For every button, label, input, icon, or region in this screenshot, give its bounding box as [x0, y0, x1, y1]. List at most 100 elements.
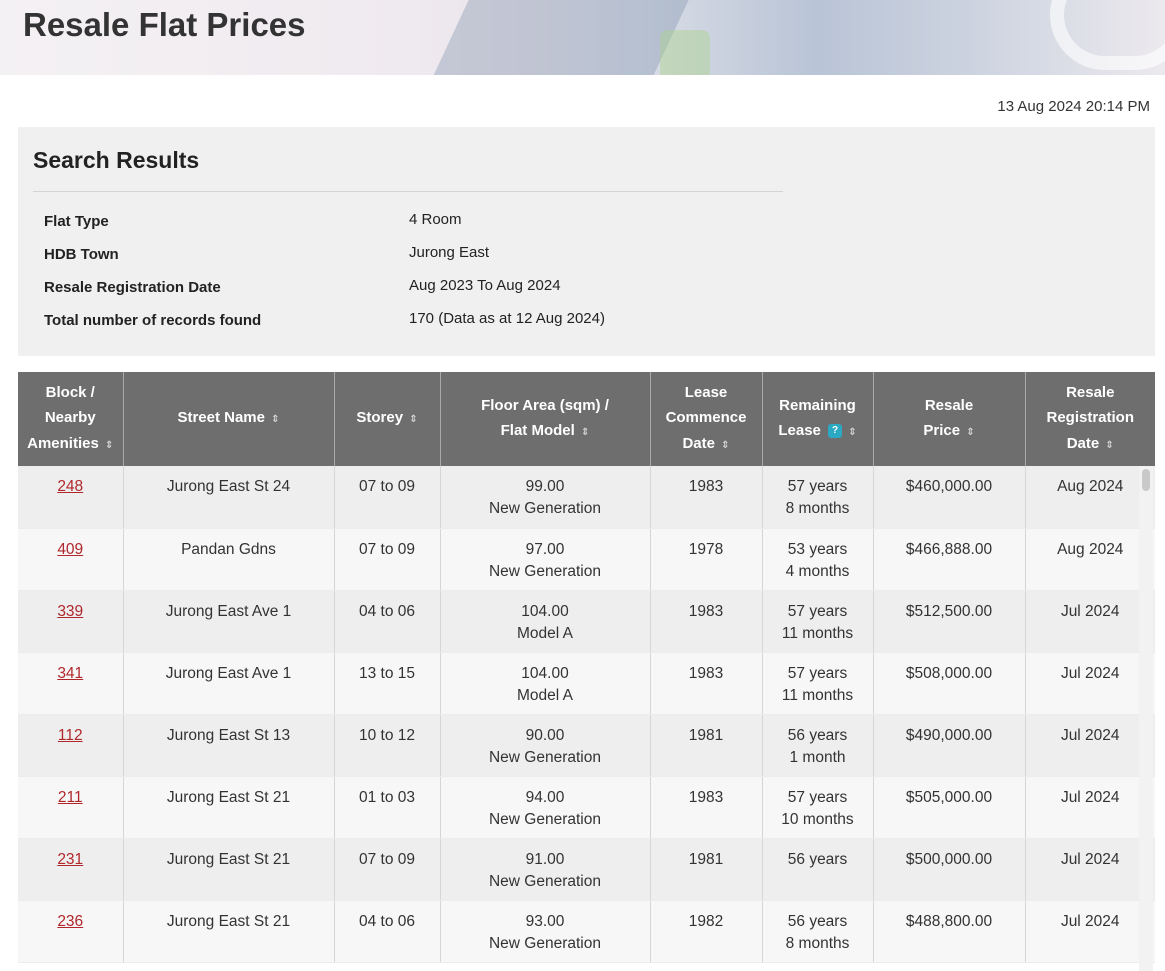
block-link[interactable]: 231 [57, 851, 83, 868]
sort-icon[interactable]: ⇕ [848, 427, 856, 438]
summary-label: Total number of records found [44, 312, 262, 329]
flat-model-value: New Generation [488, 562, 601, 580]
floor-area-value: 91.00 [525, 850, 565, 868]
floor-area-value: 99.00 [525, 478, 565, 495]
cell-floor-area: 104.00 Model A [440, 590, 651, 653]
summary-label: HDB Town [44, 246, 119, 263]
cell-lease-commence: 1983 [650, 776, 763, 839]
floor-area-value: 94.00 [525, 788, 565, 806]
table-header-row: Block / Nearby Amenities ⇕ Street Name ⇕… [18, 372, 1155, 466]
cell-street-name: Jurong East St 13 [123, 714, 335, 777]
cell-registration-date: Aug 2024 [1025, 466, 1155, 529]
remaining-years: 57 years [787, 602, 848, 620]
results-table-container: Block / Nearby Amenities ⇕ Street Name ⇕… [18, 372, 1155, 971]
cell-storey: 04 to 06 [334, 590, 441, 653]
column-header-storey[interactable]: Storey ⇕ [334, 372, 441, 466]
floor-area-value: 93.00 [525, 912, 565, 930]
remaining-years: 53 years [787, 540, 848, 558]
cell-floor-area: 97.00 New Generation [440, 528, 651, 591]
column-header-floor-area[interactable]: Floor Area (sqm) / Flat Model ⇕ [440, 372, 651, 466]
cell-floor-area: 91.00 New Generation [440, 838, 651, 901]
table-row: 341 Jurong East Ave 1 13 to 15 104.00 Model … [18, 652, 1155, 715]
cell-block: 341 [18, 652, 124, 715]
remaining-months: 8 months [785, 934, 850, 952]
sort-icon[interactable]: ⇕ [271, 414, 279, 425]
cell-registration-date: Jul 2024 [1025, 652, 1155, 715]
cell-block: 409 [18, 528, 124, 591]
flat-model-value: New Generation [488, 500, 601, 517]
table-row: 339 Jurong East Ave 1 04 to 06 104.00 Model … [18, 590, 1155, 653]
cell-resale-price: $508,000.00 [873, 652, 1026, 715]
cell-floor-area: 93.00 New Generation [440, 900, 651, 963]
remaining-years: 57 years [787, 788, 848, 806]
sort-icon[interactable]: ⇕ [409, 414, 417, 425]
block-link[interactable]: 112 [58, 727, 83, 744]
block-link[interactable]: 339 [57, 603, 83, 620]
column-header-registration-date[interactable]: Resale Registration Date ⇕ [1025, 372, 1155, 466]
floor-area-value: 104.00 [521, 664, 569, 682]
cell-storey: 07 to 09 [334, 528, 441, 591]
sort-icon[interactable]: ⇕ [105, 440, 113, 451]
column-header-remaining-lease[interactable]: Remaining Lease ? ⇕ [762, 372, 874, 466]
cell-storey: 10 to 12 [334, 714, 441, 777]
column-header-block[interactable]: Block / Nearby Amenities ⇕ [18, 372, 124, 466]
cell-storey: 13 to 15 [334, 652, 441, 715]
help-icon[interactable]: ? [828, 424, 843, 439]
block-link[interactable]: 409 [57, 541, 83, 558]
cell-resale-price: $460,000.00 [873, 466, 1026, 529]
cell-registration-date: Jul 2024 [1025, 838, 1155, 901]
cell-lease-commence: 1983 [650, 652, 763, 715]
summary-value: 170 (Data as at 12 Aug 2024) [409, 310, 605, 327]
remaining-months: 8 months [785, 500, 850, 517]
cell-lease-commence: 1978 [650, 528, 763, 591]
table-row: 248 Jurong East St 24 07 to 09 99.00 New Gen… [18, 466, 1155, 529]
flat-model-value: New Generation [488, 748, 601, 766]
cell-remaining-lease: 57 years 8 months [762, 466, 874, 529]
block-link[interactable]: 341 [57, 665, 83, 682]
summary-value: 4 Room [409, 211, 462, 228]
remaining-years: 56 years [787, 726, 848, 744]
cell-lease-commence: 1982 [650, 900, 763, 963]
cell-street-name: Jurong East St 24 [123, 466, 335, 529]
cell-floor-area: 104.00 Model A [440, 652, 651, 715]
cell-storey: 07 to 09 [334, 466, 441, 529]
cell-floor-area: 99.00 New Generation [440, 466, 651, 529]
sort-icon[interactable]: ⇕ [721, 440, 729, 451]
column-header-street-name[interactable]: Street Name ⇕ [123, 372, 335, 466]
sort-icon[interactable]: ⇕ [581, 427, 589, 438]
scrollbar-thumb[interactable] [1142, 469, 1150, 491]
cell-lease-commence: 1983 [650, 590, 763, 653]
cell-remaining-lease: 57 years 10 months [762, 776, 874, 839]
flat-model-value: New Generation [488, 934, 601, 952]
cell-block: 248 [18, 466, 124, 529]
block-link[interactable]: 248 [57, 478, 83, 495]
cell-resale-price: $490,000.00 [873, 714, 1026, 777]
cell-remaining-lease: 57 years 11 months [762, 652, 874, 715]
cell-resale-price: $505,000.00 [873, 776, 1026, 839]
timestamp: 13 Aug 2024 20:14 PM [997, 98, 1150, 115]
cell-block: 211 [18, 776, 124, 839]
remaining-years: 56 years [787, 912, 848, 930]
cell-block: 339 [18, 590, 124, 653]
summary-label: Flat Type [44, 213, 109, 230]
block-link[interactable]: 236 [57, 913, 83, 930]
table-scrollbar[interactable] [1139, 466, 1153, 971]
cell-registration-date: Jul 2024 [1025, 776, 1155, 839]
sort-icon[interactable]: ⇕ [966, 427, 974, 438]
cell-street-name: Jurong East Ave 1 [123, 590, 335, 653]
search-summary-panel: Search Results Flat Type 4 Room HDB Town… [18, 127, 1155, 356]
banner-decoration [1050, 0, 1165, 70]
remaining-months: 11 months [781, 686, 854, 704]
block-link[interactable]: 211 [58, 789, 83, 806]
banner-decoration [422, 0, 698, 75]
sort-icon[interactable]: ⇕ [1105, 440, 1113, 451]
remaining-years: 57 years [787, 478, 848, 495]
cell-block: 236 [18, 900, 124, 963]
cell-floor-area: 94.00 New Generation [440, 776, 651, 839]
cell-remaining-lease: 56 years 1 month [762, 714, 874, 777]
column-header-lease-commence[interactable]: Lease Commence Date ⇕ [650, 372, 763, 466]
cell-remaining-lease: 53 years 4 months [762, 528, 874, 591]
cell-registration-date: Jul 2024 [1025, 900, 1155, 963]
column-header-resale-price[interactable]: Resale Price ⇕ [873, 372, 1026, 466]
results-table: Block / Nearby Amenities ⇕ Street Name ⇕… [18, 372, 1155, 963]
